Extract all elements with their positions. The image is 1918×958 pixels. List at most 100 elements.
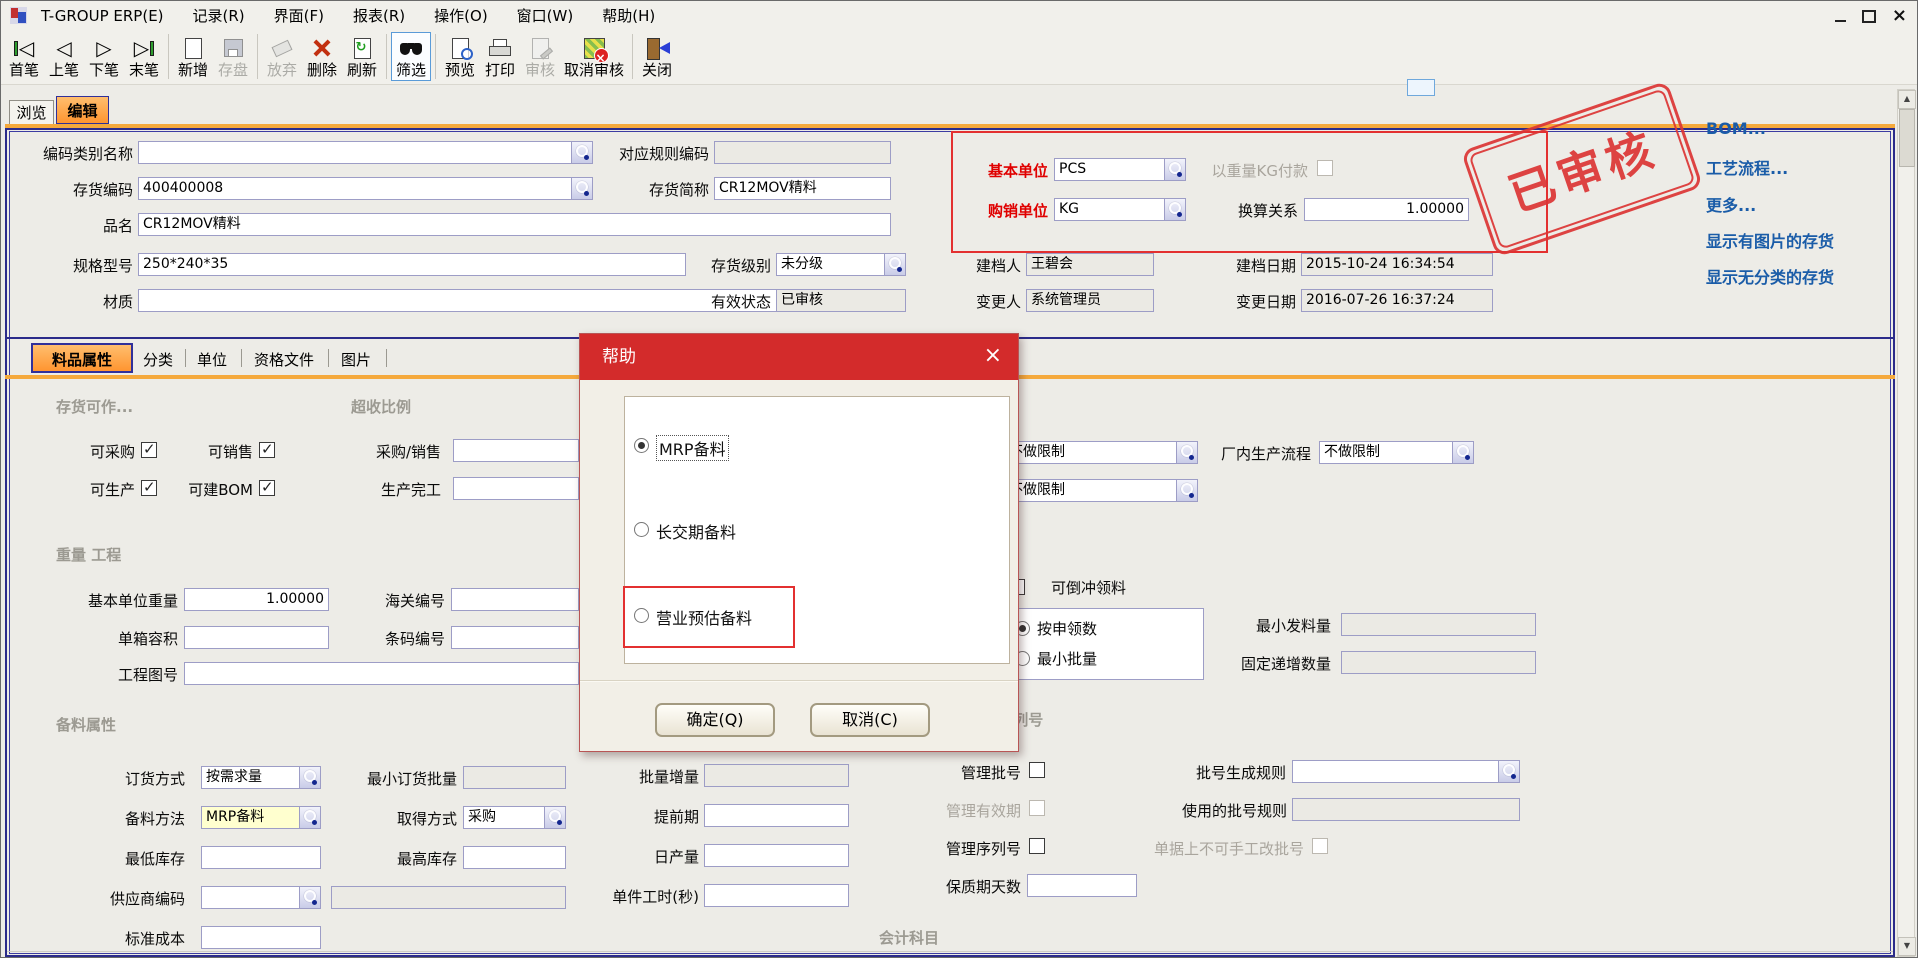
tab-classification[interactable]: 分类	[143, 349, 173, 370]
long-lead-prep-radio[interactable]	[634, 522, 649, 537]
shelf-life-field[interactable]	[1027, 874, 1137, 897]
lead-time-field[interactable]	[704, 804, 849, 827]
tab-qualification[interactable]: 资格文件	[254, 349, 314, 370]
stock-abbr-field[interactable]: CR12MOV精料	[714, 177, 891, 200]
batch-rule-field[interactable]	[1292, 760, 1520, 783]
mrp-prep-label[interactable]: MRP备料	[656, 435, 729, 461]
scroll-down-icon[interactable]: ▼	[1898, 937, 1916, 956]
link-show-with-image[interactable]: 显示有图片的存货	[1706, 228, 1834, 252]
menu-item-interface[interactable]: 界面(F)	[274, 5, 324, 26]
menu-item-record[interactable]: 记录(R)	[193, 5, 245, 26]
dialog-close-icon[interactable]: ×	[984, 344, 1002, 368]
close-form-button[interactable]: 关闭	[637, 32, 677, 81]
scrollbar-thumb[interactable]	[1899, 109, 1915, 167]
lookup-icon[interactable]	[1164, 199, 1185, 220]
box-volume-field[interactable]	[184, 626, 329, 649]
lookup-icon[interactable]	[571, 142, 592, 163]
lookup-icon[interactable]	[884, 254, 905, 275]
barcode-field[interactable]	[451, 626, 579, 649]
prev-record-button[interactable]: ◁ 上笔	[44, 32, 84, 81]
restriction-field-2[interactable]: 不做限制	[1004, 479, 1198, 502]
print-button[interactable]: 打印	[480, 32, 520, 81]
customs-field[interactable]	[451, 588, 579, 611]
base-unit-field[interactable]: PCS	[1054, 158, 1186, 181]
std-cost-field[interactable]	[201, 926, 321, 949]
purchasable-checkbox[interactable]	[141, 442, 157, 458]
production-done-ratio-field[interactable]	[453, 477, 579, 500]
tab-picture[interactable]: 图片	[341, 349, 371, 370]
acquire-field[interactable]: 采购	[463, 806, 566, 829]
lookup-icon[interactable]	[1176, 480, 1197, 501]
sales-forecast-prep-label[interactable]: 营业预估备料	[656, 605, 752, 629]
fixed-inc-label: 固定递增数量	[1206, 654, 1331, 674]
close-window-icon[interactable]: ×	[1892, 7, 1907, 25]
spec-field[interactable]: 250*240*35	[138, 253, 686, 276]
tab-unit[interactable]: 单位	[197, 349, 227, 370]
conversion-field[interactable]: 1.00000	[1304, 198, 1469, 221]
code-category-field[interactable]	[138, 141, 593, 164]
max-stock-field[interactable]	[463, 846, 566, 869]
tab-item-attributes[interactable]: 料品属性	[31, 343, 133, 373]
preview-button[interactable]: 预览	[440, 32, 480, 81]
tab-edit[interactable]: 编辑	[56, 96, 109, 124]
refresh-button[interactable]: 刷新	[342, 32, 382, 81]
delete-button[interactable]: 删除	[302, 32, 342, 81]
new-button[interactable]: 新增	[173, 32, 213, 81]
factory-flow-field[interactable]: 不做限制	[1319, 441, 1474, 464]
supplier-code-field[interactable]	[201, 886, 321, 909]
lookup-icon[interactable]	[544, 807, 565, 828]
menu-item-help[interactable]: 帮助(H)	[602, 5, 655, 26]
scroll-up-icon[interactable]: ▲	[1898, 90, 1916, 109]
link-show-unclassified[interactable]: 显示无分类的存货	[1706, 264, 1834, 288]
product-name-field[interactable]: CR12MOV精料	[138, 213, 891, 236]
prep-method-field[interactable]: MRP备料	[201, 806, 321, 829]
stock-code-field[interactable]: 400400008	[138, 177, 593, 200]
last-record-button[interactable]: ▷ 末笔	[124, 32, 164, 81]
lookup-icon[interactable]	[571, 178, 592, 199]
long-lead-prep-label[interactable]: 长交期备料	[656, 519, 736, 543]
menu-item-window[interactable]: 窗口(W)	[517, 5, 574, 26]
producible-checkbox[interactable]	[141, 480, 157, 496]
lookup-icon[interactable]	[299, 807, 320, 828]
stock-level-field[interactable]: 未分级	[776, 253, 906, 276]
trade-unit-field[interactable]: KG	[1054, 198, 1186, 221]
menu-item-operation[interactable]: 操作(O)	[434, 5, 488, 26]
lookup-icon[interactable]	[1176, 442, 1197, 463]
tab-browse[interactable]: 浏览	[9, 100, 54, 124]
min-stock-field[interactable]	[201, 846, 321, 869]
lookup-icon[interactable]	[1498, 761, 1519, 782]
filter-button[interactable]: 筛选	[391, 32, 431, 81]
lookup-icon[interactable]	[299, 767, 320, 788]
vertical-scrollbar[interactable]: ▲ ▼	[1897, 89, 1915, 957]
order-mode-field[interactable]: 按需求量	[201, 766, 321, 789]
stock-abbr-value: CR12MOV精料	[715, 178, 890, 199]
manage-batch-checkbox[interactable]	[1029, 762, 1045, 778]
link-process-flow[interactable]: 工艺流程...	[1706, 155, 1788, 179]
base-unit-weight-field[interactable]: 1.00000	[184, 588, 329, 611]
next-record-button[interactable]: ▷ 下笔	[84, 32, 124, 81]
bom-allowed-checkbox[interactable]	[259, 480, 275, 496]
minimize-icon[interactable]	[1835, 20, 1846, 22]
first-record-button[interactable]: ◁ 首笔	[4, 32, 44, 81]
unit-hours-field[interactable]	[704, 884, 849, 907]
lookup-icon[interactable]	[1164, 159, 1185, 180]
manage-serial-checkbox[interactable]	[1029, 838, 1045, 854]
sellable-checkbox[interactable]	[259, 442, 275, 458]
lookup-icon[interactable]	[1452, 442, 1473, 463]
lookup-icon[interactable]	[299, 887, 320, 908]
mrp-prep-radio[interactable]	[634, 438, 649, 453]
link-bom[interactable]: BOM...	[1706, 119, 1766, 138]
sales-forecast-prep-radio[interactable]	[634, 608, 649, 623]
purchase-sale-ratio-field[interactable]	[453, 439, 579, 462]
menu-item-report[interactable]: 报表(R)	[353, 5, 405, 26]
cancel-audit-button[interactable]: 取消审核	[560, 32, 628, 81]
ok-button[interactable]: 确定(Q)	[655, 703, 775, 737]
restriction-field-1[interactable]: 不做限制	[1004, 441, 1198, 464]
drawing-field[interactable]	[184, 662, 579, 685]
link-more[interactable]: 更多...	[1706, 192, 1756, 216]
daily-output-field[interactable]	[704, 844, 849, 867]
menu-item-app[interactable]: T-GROUP ERP(E)	[41, 7, 164, 25]
restore-icon[interactable]	[1862, 10, 1876, 23]
cancel-button[interactable]: 取消(C)	[810, 703, 930, 737]
dialog-title-bar[interactable]: 帮助	[580, 334, 1018, 380]
